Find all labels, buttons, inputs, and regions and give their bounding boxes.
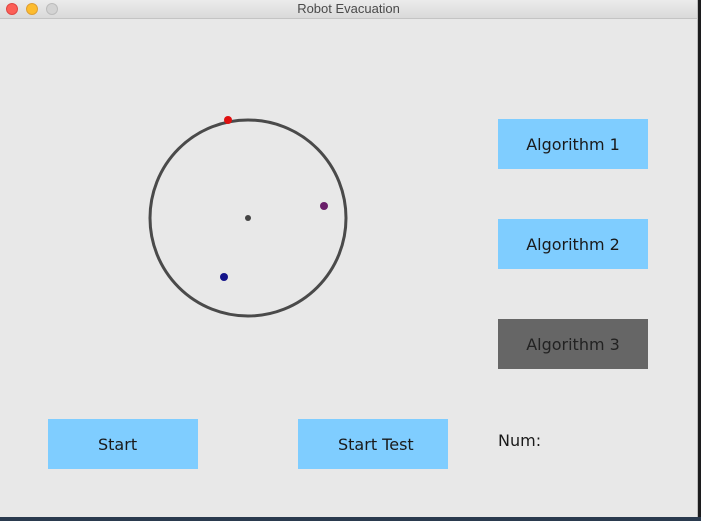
center-point	[245, 215, 251, 221]
robot-purple	[320, 202, 328, 210]
robot-red	[224, 116, 232, 124]
simulation-canvas	[148, 116, 348, 318]
background-strip	[0, 517, 701, 521]
start-test-button[interactable]: Start Test	[298, 419, 448, 469]
algorithm-1-button[interactable]: Algorithm 1	[498, 119, 648, 169]
window-title: Robot Evacuation	[297, 1, 400, 16]
num-label: Num:	[498, 431, 542, 450]
title-bar: Robot Evacuation	[0, 0, 697, 19]
algorithm-3-button[interactable]: Algorithm 3	[498, 319, 648, 369]
start-button[interactable]: Start	[48, 419, 198, 469]
robot-blue	[220, 273, 228, 281]
algorithm-2-button[interactable]: Algorithm 2	[498, 219, 648, 269]
app-window: Robot Evacuation Algorithm 1 Algorithm 2…	[0, 0, 698, 518]
